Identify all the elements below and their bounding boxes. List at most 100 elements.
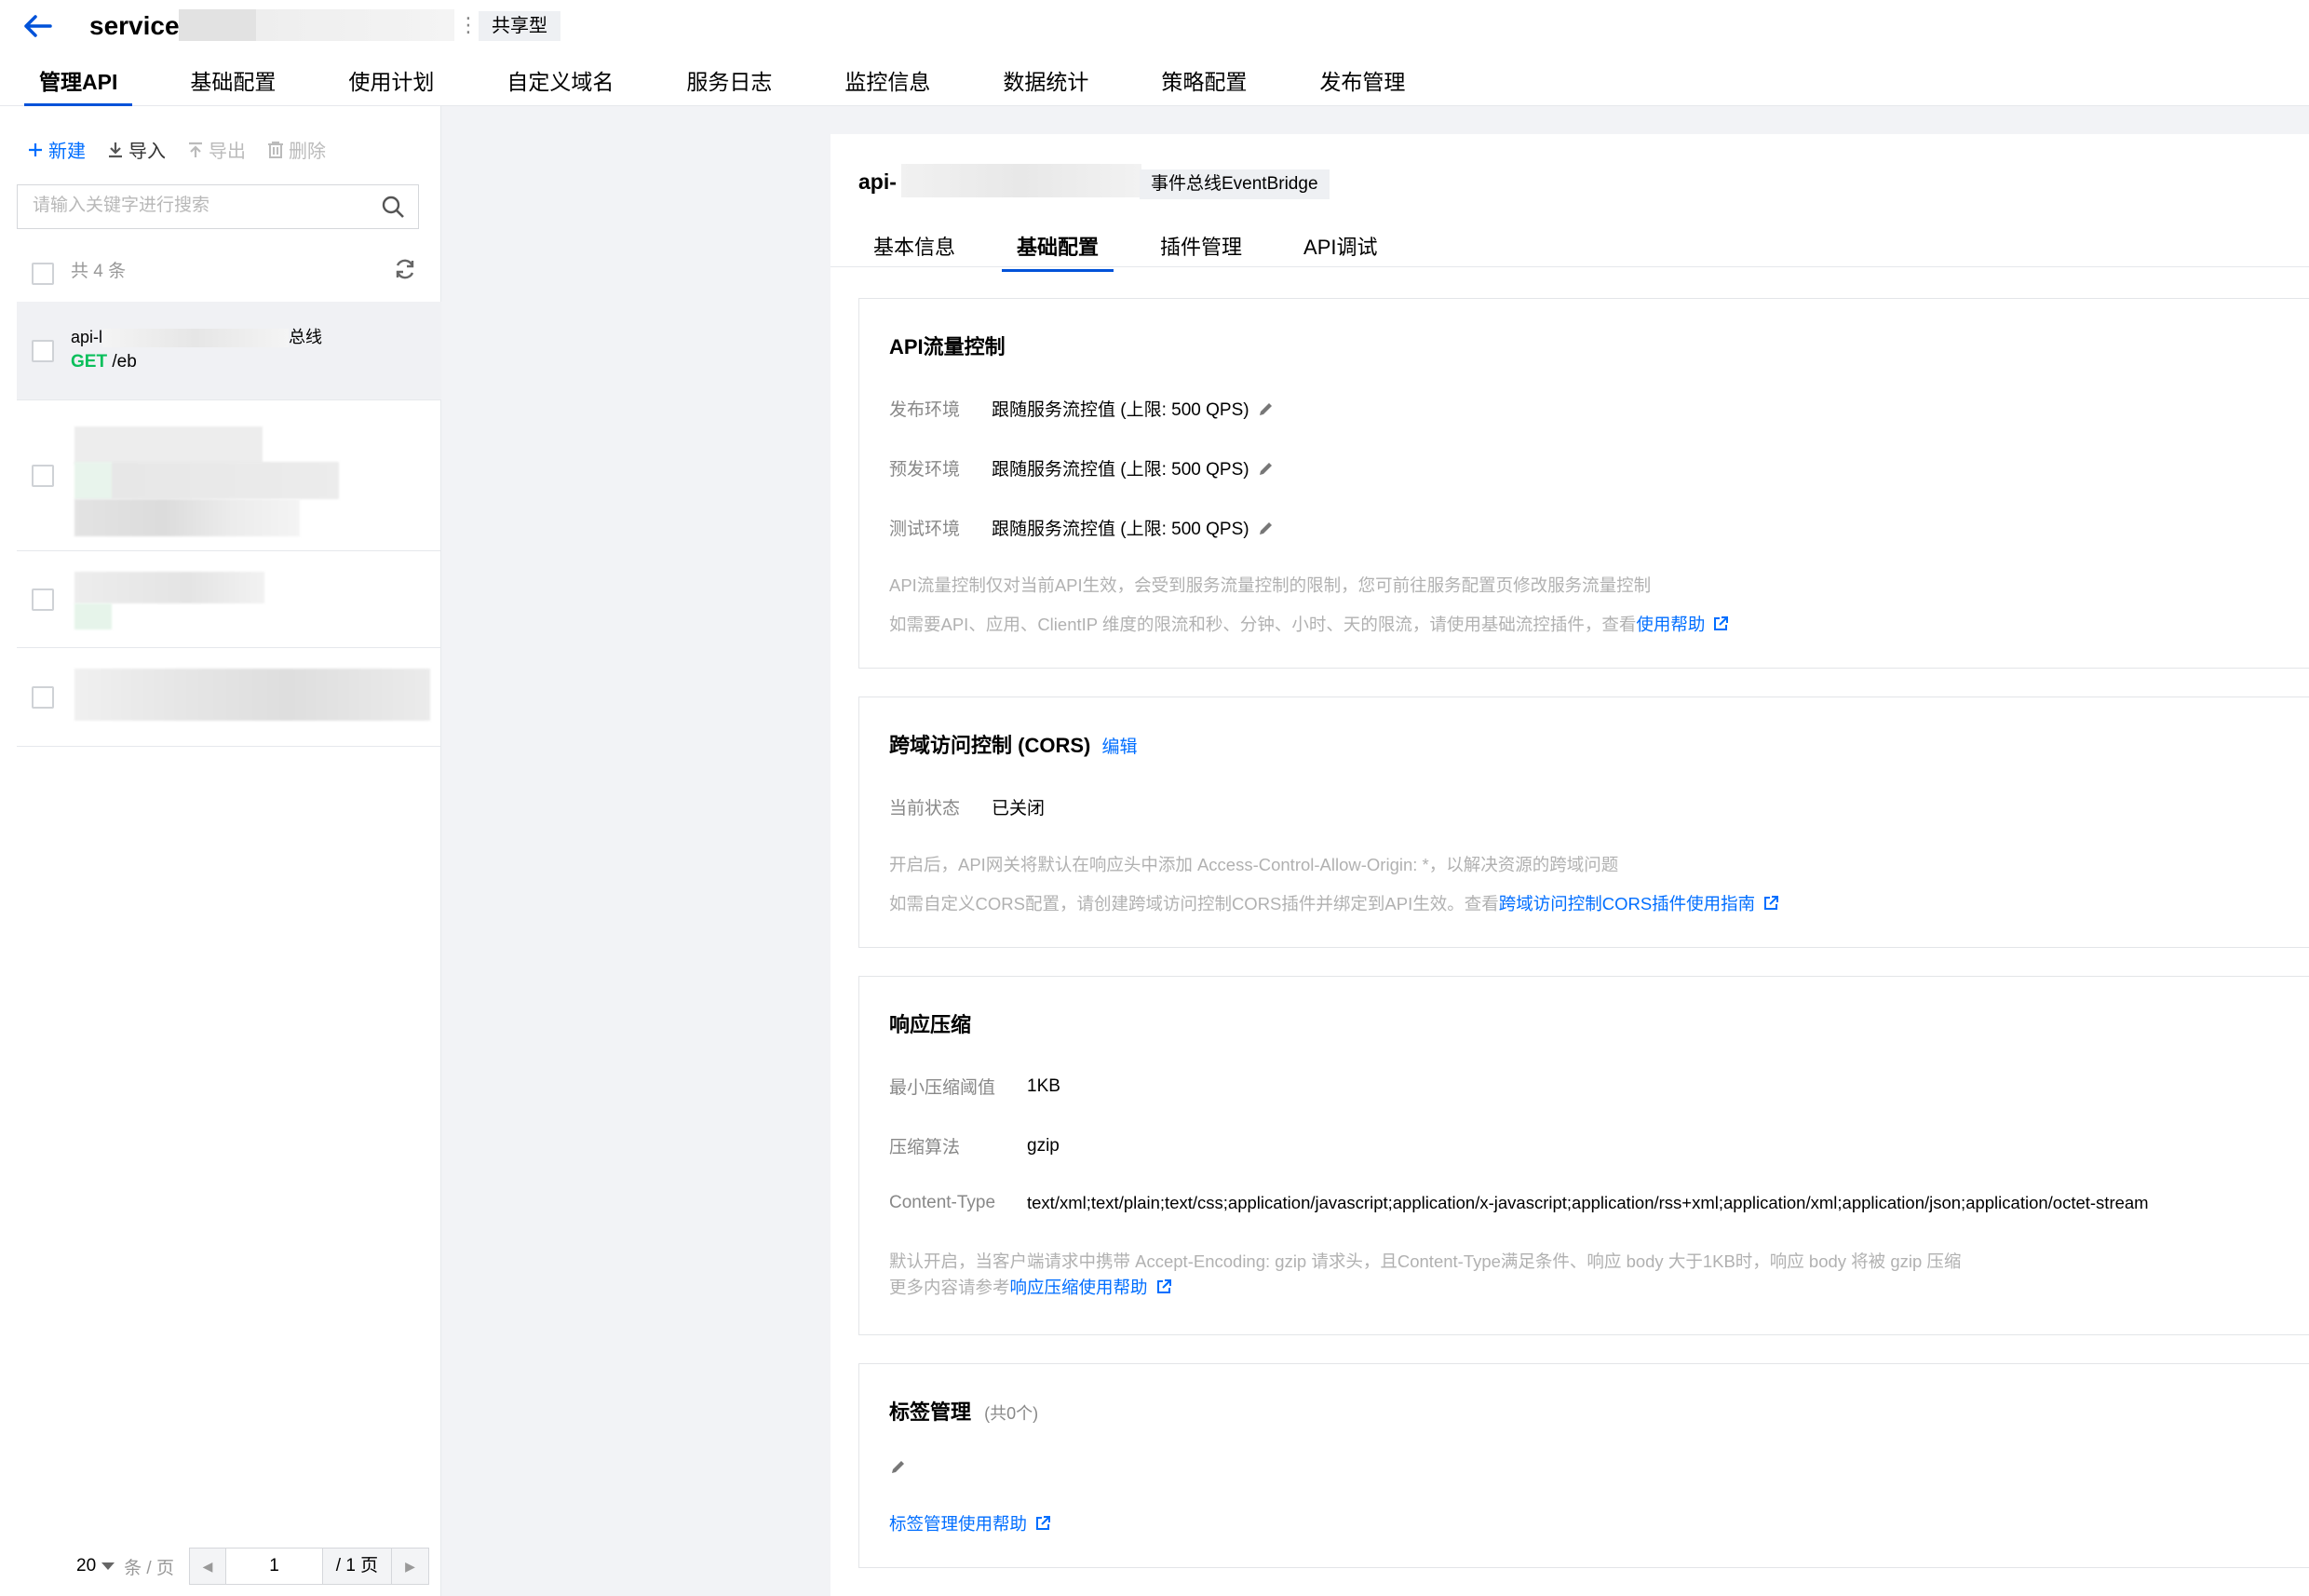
cors-card: 跨域访问控制 (CORS) 编辑 当前状态 已关闭 开启后，API网关将默认在响… xyxy=(858,697,2309,948)
external-link-icon[interactable] xyxy=(1762,895,1779,912)
item-checkbox[interactable] xyxy=(32,340,54,362)
api-route: GET /eb xyxy=(71,352,137,372)
prev-page-button[interactable]: ◀ xyxy=(188,1548,226,1585)
tab-release[interactable]: 发布管理 xyxy=(1304,61,1420,106)
usage-help-link[interactable]: 使用帮助 xyxy=(1636,612,1705,636)
rate-row-value: 跟随服务流控值 (上限: 500 QPS) xyxy=(992,400,1249,420)
edit-pencil-icon[interactable] xyxy=(1257,519,1276,537)
api-title: api- xyxy=(858,169,897,194)
compression-row-content-type: Content-Type text/xml;text/plain;text/cs… xyxy=(889,1193,2149,1213)
page-number-input[interactable]: 1 xyxy=(225,1548,323,1585)
tab-custom-domain[interactable]: 自定义域名 xyxy=(492,61,628,106)
item-checkbox[interactable] xyxy=(32,465,54,487)
search-input[interactable] xyxy=(33,185,377,226)
rate-row-label: 测试环境 xyxy=(889,520,961,539)
note-text: 如需要API、应用、ClientIP 维度的限流和秒、分钟、小时、天的限流，请使… xyxy=(889,615,1637,634)
rate-limit-card: API流量控制 发布环境 跟随服务流控值 (上限: 500 QPS) 预发环境 … xyxy=(858,298,2309,669)
compression-card: 响应压缩 最小压缩阈值 1KB 压缩算法 gzip Content-Type t… xyxy=(858,976,2309,1335)
rate-limit-plugin-note: 如需要API、应用、ClientIP 维度的限流和秒、分钟、小时、天的限流，请使… xyxy=(889,612,1729,636)
list-item[interactable] xyxy=(17,400,441,551)
chevron-left-icon: ◀ xyxy=(202,1558,213,1574)
page-size-value[interactable]: 20 xyxy=(76,1556,96,1576)
tags-help-link[interactable]: 标签管理使用帮助 xyxy=(889,1511,1027,1535)
tags-title: 标签管理 (共0个) xyxy=(889,1396,1038,1426)
tab-manage-api[interactable]: 管理API xyxy=(24,61,133,106)
tab-plugins[interactable]: 插件管理 xyxy=(1145,227,1257,268)
rate-row-prerelease: 预发环境 跟随服务流控值 (上限: 500 QPS) xyxy=(889,455,1276,480)
rate-row-label: 预发环境 xyxy=(889,460,961,480)
list-item[interactable] xyxy=(17,648,441,747)
api-title-redacted xyxy=(901,164,1141,197)
delete-button[interactable]: 删除 xyxy=(266,136,326,163)
item-checkbox[interactable] xyxy=(32,686,54,709)
import-button[interactable]: 导入 xyxy=(106,136,166,163)
tab-statistics[interactable]: 数据统计 xyxy=(988,61,1103,106)
pagination: 20 条 / 页 ◀ 1 / 1 页 ▶ xyxy=(76,1548,429,1585)
tags-help-row: 标签管理使用帮助 xyxy=(889,1511,1051,1535)
rate-row-release: 发布环境 跟随服务流控值 (上限: 500 QPS) xyxy=(889,396,1276,421)
chevron-down-icon[interactable] xyxy=(101,1562,115,1570)
new-button[interactable]: 新建 xyxy=(26,136,86,163)
rate-row-label: 发布环境 xyxy=(889,400,961,420)
edit-pencil-icon[interactable] xyxy=(1257,399,1276,418)
tags-card: 标签管理 (共0个) 标签管理使用帮助 xyxy=(858,1363,2309,1568)
search-icon[interactable] xyxy=(381,195,405,219)
list-item[interactable] xyxy=(17,551,441,648)
external-link-icon[interactable] xyxy=(1034,1515,1051,1532)
list-header: 共 4 条 xyxy=(17,246,441,305)
tab-base-config[interactable]: 基础配置 xyxy=(1002,227,1114,272)
external-link-icon[interactable] xyxy=(1712,615,1729,632)
api-name-prefix: api-l xyxy=(71,328,103,346)
rate-limit-note: API流量控制仅对当前API生效，会受到服务流量控制的限制，您可前往服务配置页修… xyxy=(889,575,1652,595)
rate-row-value: 跟随服务流控值 (上限: 500 QPS) xyxy=(992,460,1249,480)
edit-pencil-icon[interactable] xyxy=(1257,459,1276,478)
compression-note: 默认开启，当客户端请求中携带 Accept-Encoding: gzip 请求头… xyxy=(889,1251,1962,1271)
api-name: api-l 总线 xyxy=(71,324,322,348)
tags-title-text: 标签管理 xyxy=(889,1400,972,1424)
cors-status-value: 已关闭 xyxy=(992,799,1046,818)
compression-title: 响应压缩 xyxy=(889,1013,972,1036)
external-link-icon[interactable] xyxy=(1155,1278,1172,1295)
tab-policy[interactable]: 策略配置 xyxy=(1146,61,1262,106)
cors-guide-link[interactable]: 跨域访问控制CORS插件使用指南 xyxy=(1499,891,1755,915)
redacted-block xyxy=(74,603,112,629)
tab-usage-plan[interactable]: 使用计划 xyxy=(333,61,449,106)
new-label: 新建 xyxy=(48,142,86,162)
more-icon[interactable]: ⋮ xyxy=(458,13,479,37)
redacted-block xyxy=(74,426,263,464)
plus-icon xyxy=(29,142,42,156)
tab-monitoring[interactable]: 监控信息 xyxy=(830,61,945,106)
redacted-block xyxy=(74,499,300,536)
api-detail-panel: api- 事件总线EventBridge 基本信息 基础配置 插件管理 API调… xyxy=(830,134,2309,1596)
item-checkbox[interactable] xyxy=(32,588,54,611)
download-icon xyxy=(109,142,122,157)
cors-status-row: 当前状态 已关闭 xyxy=(889,794,1045,819)
top-header: service- ⋮ 共享型 管理API 基础配置 使用计划 自定义域名 服务日… xyxy=(0,0,2309,106)
search-box xyxy=(17,184,419,229)
note-text: 如需自定义CORS配置，请创建跨域访问控制CORS插件并绑定到API生效。查看 xyxy=(889,894,1499,913)
cors-edit-link[interactable]: 编辑 xyxy=(1101,737,1137,757)
back-arrow-icon[interactable] xyxy=(19,7,56,45)
api-name-suffix: 总线 xyxy=(289,328,323,346)
compression-help-link[interactable]: 响应压缩使用帮助 xyxy=(1010,1275,1148,1299)
delete-label: 删除 xyxy=(289,142,326,162)
compression-row-label: Content-Type xyxy=(889,1193,996,1212)
tab-basic-config[interactable]: 基础配置 xyxy=(175,61,290,106)
export-button[interactable]: 导出 xyxy=(186,136,246,163)
next-page-button[interactable]: ▶ xyxy=(391,1548,429,1585)
api-name-redacted xyxy=(102,329,290,348)
api-backend-badge: 事件总线EventBridge xyxy=(1140,169,1330,199)
tab-service-log[interactable]: 服务日志 xyxy=(671,61,787,106)
edit-pencil-icon[interactable] xyxy=(889,1457,908,1476)
api-list-panel: 新建 导入 导出 删除 共 4 条 xyxy=(0,106,441,1596)
compression-row-algorithm: 压缩算法 gzip xyxy=(889,1133,1060,1158)
export-label: 导出 xyxy=(209,142,246,162)
list-item[interactable]: api-l 总线 GET /eb xyxy=(17,302,441,400)
select-all-checkbox[interactable] xyxy=(32,263,54,285)
compression-row-value: 1KB xyxy=(1027,1075,1060,1096)
cors-note: 开启后，API网关将默认在响应头中添加 Access-Control-Allow… xyxy=(889,855,1619,874)
rate-row-value: 跟随服务流控值 (上限: 500 QPS) xyxy=(992,520,1249,539)
tab-basic-info[interactable]: 基本信息 xyxy=(858,227,970,268)
tab-api-debug[interactable]: API调试 xyxy=(1289,227,1392,268)
refresh-icon[interactable] xyxy=(393,257,417,281)
